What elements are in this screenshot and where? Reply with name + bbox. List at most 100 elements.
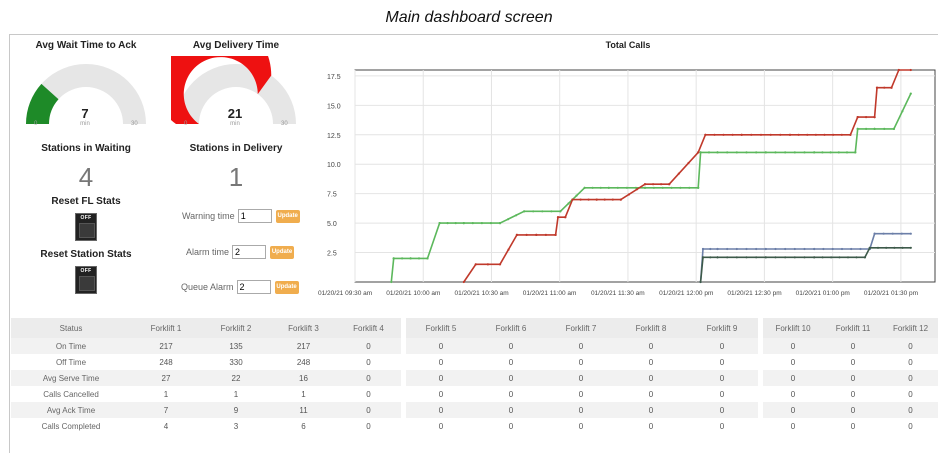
table-cell: 11 (271, 402, 336, 418)
series-point-1 (883, 127, 886, 130)
table-cell: 0 (476, 370, 546, 386)
series-point-2 (643, 183, 647, 186)
series-point-1 (854, 151, 857, 154)
series-point-2 (535, 233, 538, 236)
col-header: Forklift 1 (131, 318, 201, 338)
series-point-3 (850, 247, 853, 251)
series-point-1 (813, 151, 816, 154)
table-row: 000 (763, 370, 938, 386)
table-cell: 0 (648, 357, 654, 367)
table-cell: 217 (131, 338, 201, 354)
series-point-2 (556, 216, 560, 219)
x-tick-label: 01/20/21 10:30 am (454, 290, 508, 297)
series-point-1 (515, 214, 518, 217)
table-cell: 6 (301, 421, 306, 431)
table-cell: 4 (163, 421, 169, 431)
table-cell: 0 (476, 402, 546, 418)
table-cell: 0 (648, 389, 654, 399)
series-point-3 (859, 247, 862, 251)
series-point-1 (607, 186, 610, 189)
table-cell: 1 (163, 389, 169, 399)
series-point-1 (390, 280, 393, 284)
y-tick-label: 7.5 (327, 192, 337, 199)
table-cell: 0 (850, 389, 856, 399)
x-tick-label: 01/20/21 09:30 am (318, 290, 372, 297)
series-point-1 (707, 151, 711, 154)
alarm-time-input[interactable] (232, 245, 267, 259)
series-point-2 (619, 198, 622, 201)
table-cell: 0 (686, 402, 758, 418)
series-point-1 (726, 151, 729, 154)
table-cell: 0 (406, 402, 476, 418)
series-point-2 (507, 248, 510, 251)
series-point-1 (438, 222, 441, 225)
series-point-2 (779, 133, 782, 136)
table-cell: 0 (438, 389, 444, 399)
table-cell: 0 (719, 389, 725, 399)
y-tick-label: 10.0 (327, 162, 341, 169)
table-cell: 0 (578, 421, 584, 431)
queue-alarm-input[interactable] (236, 280, 271, 294)
gauge-title-delivery: Avg Delivery Time (192, 40, 280, 51)
series-point-3 (716, 247, 719, 251)
series-point-2 (814, 133, 817, 136)
series-point-1 (446, 222, 449, 225)
series-point-3 (813, 247, 816, 251)
table-cell: 0 (719, 421, 725, 431)
series-point-2 (544, 233, 547, 236)
table-row: Avg Serve Time 27 22 16 0 (11, 370, 401, 386)
stats-table-2: Forklift 5 Forklift 6 Forklift 7 Forklif… (406, 318, 758, 434)
series-point-2 (840, 133, 843, 136)
series-point-2 (873, 116, 876, 119)
table-cell: 0 (908, 357, 913, 367)
col-header: Forklift 10 (763, 318, 823, 338)
series-point-2 (806, 133, 809, 136)
table-cell: 9 (201, 402, 271, 418)
x-tick-label: 01/20/21 01:30 pm (864, 290, 918, 297)
warning-time-input[interactable] (237, 209, 272, 223)
table-cell: 0 (883, 402, 938, 418)
y-tick-label: 2.5 (327, 251, 337, 258)
col-header: Status (11, 318, 131, 338)
stations-delivery-count: 1 (228, 162, 244, 192)
y-tick-label: 17.5 (327, 74, 341, 81)
table-row: 00000 (406, 354, 758, 370)
x-tick-label: 01/20/21 12:00 pm (659, 290, 713, 297)
table-cell: 16 (271, 370, 336, 386)
row-label: Avg Serve Time (11, 370, 131, 386)
table-cell: 0 (719, 357, 725, 367)
table-cell: 0 (366, 421, 371, 431)
x-tick-label: 01/20/21 10:00 am (386, 290, 440, 297)
series-point-1 (643, 186, 647, 189)
x-tick-label: 01/20/21 11:30 am (591, 290, 645, 297)
series-point-2 (603, 198, 606, 201)
series-point-2 (909, 68, 912, 72)
queue-update-button[interactable]: Update (274, 280, 299, 294)
reset-fl-toggle[interactable]: OFF (75, 213, 97, 241)
reset-station-toggle[interactable]: OFF (75, 266, 97, 294)
warning-time-row: Warning time Update (182, 209, 300, 223)
series-point-2 (769, 133, 772, 136)
stations-waiting-count: 4 (78, 162, 94, 192)
series-point-1 (575, 194, 578, 197)
series-point-2 (595, 198, 598, 201)
series-point-1 (454, 222, 457, 225)
alarm-update-button[interactable]: Update (270, 245, 295, 259)
table-cell: 0 (546, 338, 616, 354)
series-point-1 (901, 110, 904, 113)
table-row: 00000 (406, 402, 758, 418)
table-row: Avg Ack Time 7 9 11 0 (11, 402, 401, 418)
series-point-2 (677, 172, 680, 175)
series-point-1 (489, 222, 492, 225)
gauge-unit-delivery: min (230, 121, 240, 127)
series-point-2 (740, 133, 743, 136)
series-point-1 (856, 127, 859, 130)
series-point-2 (486, 263, 489, 266)
warning-update-button[interactable]: Update (275, 209, 300, 223)
series-point-1 (892, 127, 896, 130)
table-row: 000 (763, 354, 938, 370)
total-calls-chart: 2.5 5.0 7.5 10.0 12.5 15.0 17.5 01/20/21 09:30 … (318, 68, 936, 297)
series-point-1 (755, 151, 758, 154)
col-header: Forklift 3 (271, 318, 336, 338)
table-row: 000 (763, 418, 938, 434)
